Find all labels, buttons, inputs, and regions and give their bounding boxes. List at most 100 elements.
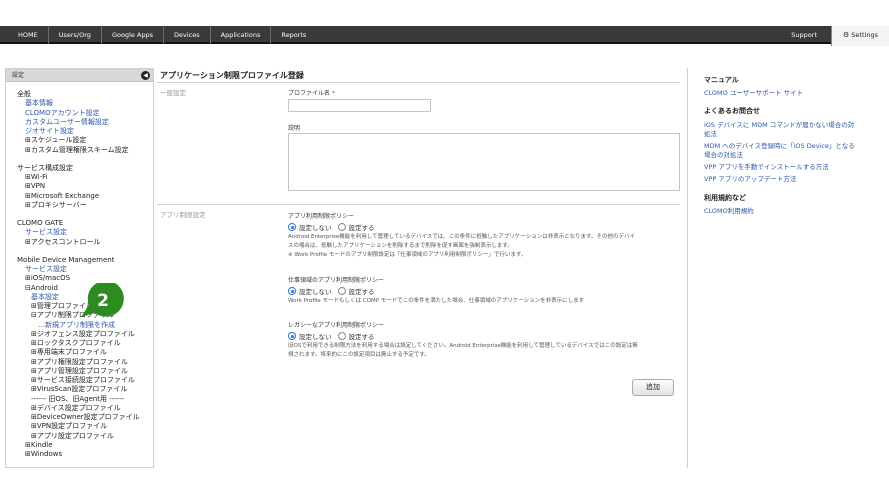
sidebar-item[interactable]: サービス設定 [25,265,67,274]
policy3-on-radio[interactable] [337,332,346,340]
gear-icon: ⚙ [843,31,850,39]
sidebar-item[interactable]: ⊟Android [25,284,58,293]
nav-google-apps[interactable]: Google Apps [102,26,165,44]
sidebar-item[interactable]: ⊞ジオフェンス設定プロファイル [31,330,135,339]
sidebar-item[interactable]: ⊞プロキシサーバー [25,201,87,210]
sidebar-title: 設定 [12,72,25,79]
nav-support[interactable]: Support [777,26,831,44]
sidebar-section-heading: Mobile Device Management [17,255,115,264]
sidebar-item[interactable]: ⊞専用端末プロファイル [31,348,107,357]
manual-link[interactable]: CLOMO ユーザーサポート サイト [704,88,803,98]
sidebar-item[interactable]: CLOMOアカウント設定 [25,109,100,118]
policy3-off-radio[interactable] [288,332,296,340]
sidebar-item[interactable]: ------ 旧OS、旧Agent用 ------ [31,395,124,404]
sidebar-item[interactable]: サービス設定 [25,228,67,237]
sidebar-item[interactable]: ⊞カスタム管理権限スキーム設定 [25,146,129,155]
sidebar-item[interactable]: ⊞iOS/macOS [25,274,70,283]
policy2-radios: 設定しない 設定する [288,286,381,296]
policy3-desc-line: 視されます。将来的にこの設定項目は廃止する予定です。 [288,352,430,358]
policy1-off-radio[interactable] [288,223,296,231]
sidebar-item[interactable]: 基本設定 [31,293,59,302]
nav-reports[interactable]: Reports [271,26,316,44]
policy3-desc-line: 旧OSで利用できる制限方法を利用する場合は設定してください。Android En… [288,343,638,349]
sidebar-item[interactable]: ⊞サービス接続設定プロファイル [31,376,135,385]
sidebar-item[interactable]: ⊞Windows [25,450,62,459]
profile-name-label-text: プロファイル名 [288,90,331,97]
sidebar-section-heading: サービス構成設定 [17,163,73,172]
sidebar-item[interactable]: ⊞デバイス設定プロファイル [31,404,121,413]
help-panel: マニュアル CLOMO ユーザーサポート サイト よくあるお問合せ iOS デバ… [687,68,889,468]
profile-name-label: プロファイル名 * [288,88,335,97]
page-title: アプリケーション制限プロファイル登録 [160,71,304,80]
policy3-on-label: 設定する [348,333,375,341]
sidebar-item[interactable]: ⊞Wi-Fi [25,173,48,182]
app-section-label: アプリ制限設定 [160,211,206,219]
nav-users-org[interactable]: Users/Org [49,26,102,44]
nav-settings-label: Settings [851,31,878,39]
sidebar-item[interactable]: カスタムユーザー情報設定 [25,118,109,127]
faq-link-line[interactable]: VPP アプリのアップデート方法 [704,174,796,184]
policy3-label: レガシーなアプリ利用制限ポリシー [288,322,385,329]
step-badge: 2 [81,283,124,317]
sidebar-item[interactable]: ⊞アプリ設定プロファイル [31,432,114,441]
sidebar-item[interactable]: ⊞ロックタスクプロファイル [31,339,121,348]
sidebar-item[interactable]: ⊞アプリ権限設定プロファイル [31,358,128,367]
manual-heading: マニュアル [704,76,739,84]
policy2-on-radio[interactable] [337,287,346,295]
sidebar-header: 設定 ◀ [6,69,153,82]
terms-heading: 利用規約など [704,194,746,202]
sidebar-item[interactable]: ⊞アクセスコントロール [25,238,101,247]
faq-link-line[interactable]: 処法 [704,129,717,139]
policy1-description: Android Enterprise機能を利用して管理しているデバイスでは、この… [288,233,682,260]
sidebar-item[interactable]: 基本情報 [25,99,53,108]
nav-home[interactable]: HOME [0,26,49,44]
description-label: 説明 [288,125,301,132]
terms-link[interactable]: CLOMO利用規約 [704,206,754,216]
title-divider [157,82,680,83]
policy1-on-label: 設定する [348,224,375,232]
policy1-desc-line: ※ Work Profile モードのアプリ制限設定は「仕事領域のアプリ利用制限… [288,252,527,258]
policy3-description: 旧OSで利用できる制限方法を利用する場合は設定してください。Android En… [288,342,682,360]
required-mark: * [332,90,336,97]
general-section-label: 一般設定 [160,89,186,97]
description-textarea[interactable] [288,133,680,191]
policy2-description: Work Profile モードもしくは COMP モードでこの条件を満たした場… [288,297,682,306]
policy1-desc-line: スの場合は、抵触したアプリケーションを削除するまで削除を促す画面を強制表示します… [288,243,513,249]
faq-link-line[interactable]: VPP アプリを手動でインストールする方法 [704,162,829,172]
policy1-label: アプリ利用制限ポリシー [288,213,355,220]
policy3-radios: 設定しない 設定する [288,331,381,341]
faq-link-line[interactable]: 場合の対処法 [704,150,743,160]
sidebar-item[interactable]: ⊞Kindle [25,441,53,450]
sidebar-item[interactable]: ⊞DeviceOwner設定プロファイル [31,413,140,422]
collapse-sidebar-icon[interactable]: ◀ [141,71,150,80]
policy1-radios: 設定しない 設定する [288,222,381,232]
policy2-desc-line: Work Profile モードもしくは COMP モードでこの条件を満たした場… [288,298,585,304]
sidebar-item[interactable]: ⊞スケジュール設定 [25,136,86,145]
policy2-off-label: 設定しない [299,288,332,296]
policy2-off-radio[interactable] [288,287,296,295]
nav-applications[interactable]: Applications [211,26,272,44]
sidebar-item[interactable]: ⊞VPN [25,182,45,191]
settings-sidebar: 設定 ◀ 全般 基本情報 CLOMOアカウント設定 カスタムユーザー情報設定 ジオサイト… [5,68,154,468]
nav-settings-tab[interactable]: ⚙ Settings [831,26,889,46]
faq-link-line[interactable]: iOS デバイスに MDM コマンドが届かない場合の対 [704,120,854,130]
sidebar-item[interactable]: …新規アプリ制限を作成 [38,321,115,330]
sidebar-section-heading: CLOMO GATE [17,219,64,227]
profile-name-input[interactable] [288,99,431,112]
nav-devices[interactable]: Devices [164,26,211,44]
policy1-off-label: 設定しない [299,224,332,232]
sidebar-item[interactable]: ⊞VirusScan設定プロファイル [31,385,127,394]
policy2-on-label: 設定する [348,288,375,296]
policy3-off-label: 設定しない [299,333,332,341]
nav-right: Support ⚙ Settings [777,26,889,46]
sidebar-section-heading: 全般 [17,90,31,98]
policy1-on-radio[interactable] [337,223,346,231]
policy2-label: 仕事領域のアプリ利用制限ポリシー [288,277,385,284]
main-nav: HOME Users/Org Google Apps Devices Appli… [0,26,316,44]
sidebar-item[interactable]: ジオサイト設定 [25,127,74,136]
sidebar-item[interactable]: ⊞アプリ管理設定プロファイル [31,367,128,376]
sidebar-item[interactable]: ⊞VPN設定プロファイル [31,422,107,431]
sidebar-item[interactable]: ⊞Microsoft Exchange [25,192,99,201]
add-button[interactable]: 追加 [632,379,674,396]
top-nav-bar: HOME Users/Org Google Apps Devices Appli… [0,26,889,46]
